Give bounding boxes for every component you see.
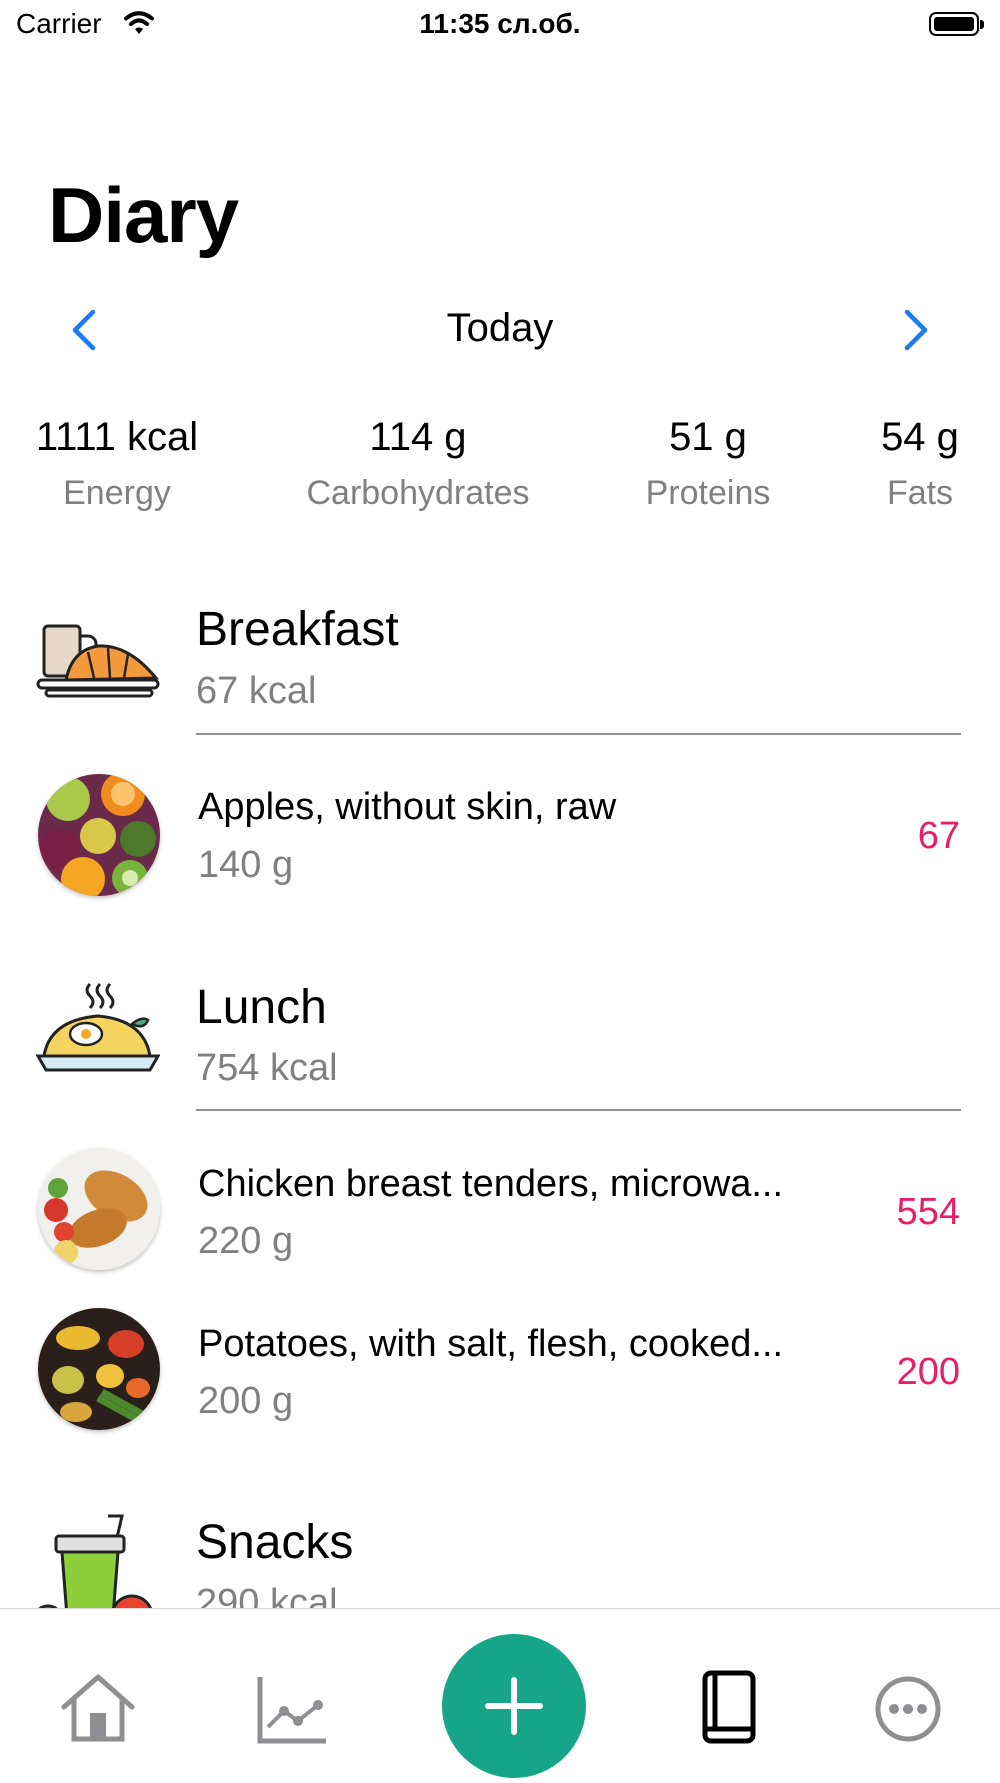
macro-carbohydrates: 114 g Carbohydrates bbox=[278, 415, 558, 513]
macro-value: 54 g bbox=[881, 415, 959, 459]
lunch-icon bbox=[36, 982, 160, 1072]
macro-energy: 1111 kcal Energy bbox=[0, 415, 257, 513]
status-bar: Carrier 11:35 сл.об. bbox=[0, 0, 1000, 52]
date-label: Today bbox=[446, 306, 554, 350]
food-name: Chicken breast tenders, microwa... bbox=[198, 1163, 784, 1205]
food-kcal: 554 bbox=[896, 1191, 960, 1233]
battery-icon bbox=[929, 12, 984, 36]
meal-name: Snacks bbox=[196, 1516, 354, 1569]
breakfast-icon bbox=[36, 624, 160, 698]
grilled-vegetables-image bbox=[38, 1308, 160, 1430]
meal-name: Lunch bbox=[196, 981, 327, 1034]
page-title: Diary bbox=[48, 171, 239, 259]
fruits-image bbox=[38, 774, 160, 896]
food-amount: 220 g bbox=[198, 1220, 294, 1262]
meal-kcal: 754 kcal bbox=[196, 1047, 338, 1089]
food-kcal: 200 bbox=[896, 1351, 960, 1393]
add-button[interactable] bbox=[442, 1634, 586, 1778]
divider bbox=[196, 733, 961, 735]
meal-name: Breakfast bbox=[196, 603, 399, 656]
macro-fats: 54 g Fats bbox=[780, 415, 1000, 513]
macro-label: Fats bbox=[886, 474, 954, 512]
divider bbox=[196, 1109, 961, 1111]
more-icon[interactable] bbox=[868, 1669, 948, 1749]
date-navigator: Today bbox=[0, 300, 1000, 360]
meal-kcal: 67 kcal bbox=[196, 670, 317, 712]
food-kcal: 67 bbox=[917, 815, 960, 857]
macro-value: 114 g bbox=[369, 415, 467, 459]
clock: 11:35 сл.об. bbox=[419, 8, 581, 39]
chevron-right-icon[interactable] bbox=[895, 306, 935, 354]
food-amount: 200 g bbox=[198, 1380, 294, 1422]
macro-value: 1111 kcal bbox=[35, 415, 199, 459]
macro-label: Carbohydrates bbox=[306, 474, 530, 512]
food-name: Apples, without skin, raw bbox=[198, 786, 617, 828]
add-icon bbox=[485, 1677, 543, 1735]
food-name: Potatoes, with salt, flesh, cooked... bbox=[198, 1323, 784, 1365]
chicken-image bbox=[38, 1148, 160, 1270]
diary-book-icon[interactable] bbox=[689, 1669, 769, 1749]
home-icon[interactable] bbox=[58, 1669, 138, 1749]
macro-label: Energy bbox=[63, 474, 171, 512]
chart-icon[interactable] bbox=[252, 1669, 332, 1749]
food-amount: 140 g bbox=[198, 844, 294, 886]
